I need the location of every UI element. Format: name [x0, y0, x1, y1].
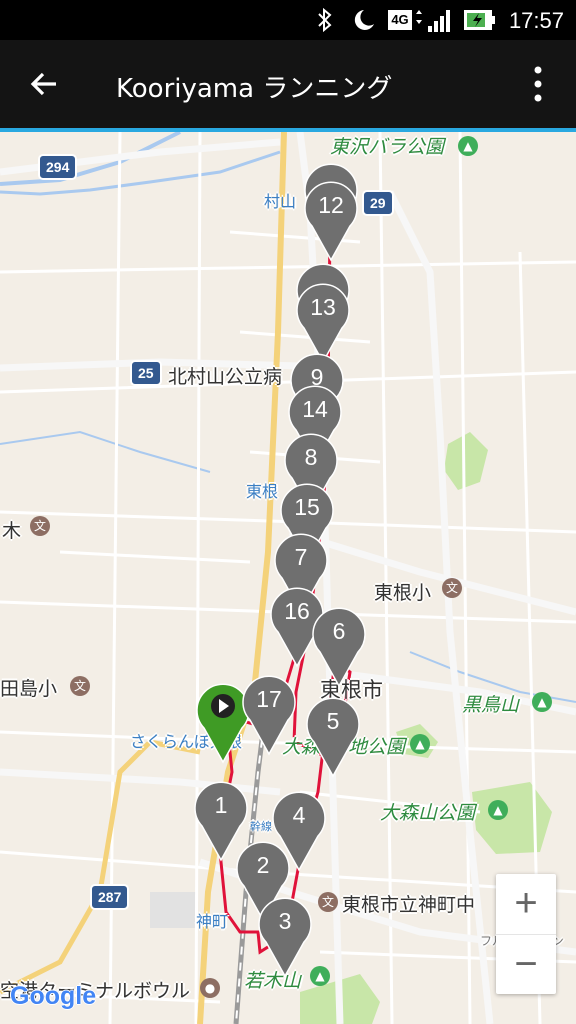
- school-icon: 文: [30, 516, 50, 536]
- marker-label: 14: [302, 396, 328, 422]
- network-4g-icon: 4G: [388, 10, 412, 30]
- route-marker-6[interactable]: 6: [312, 604, 366, 688]
- map-label: 黒鳥山: [462, 694, 520, 716]
- park-icon: ▲: [532, 692, 552, 712]
- do-not-disturb-moon-icon: [354, 10, 374, 30]
- map-label: 木: [2, 520, 22, 542]
- park-area: [444, 432, 488, 490]
- road-shield-294: 294: [38, 154, 78, 180]
- map-pin-icon: [304, 181, 358, 262]
- zoom-in-button[interactable]: +: [496, 874, 556, 934]
- marker-label: 12: [318, 192, 344, 218]
- zoom-out-button[interactable]: −: [496, 934, 556, 995]
- battery-charging-icon: [464, 10, 495, 30]
- overflow-menu-button[interactable]: [528, 64, 548, 104]
- marker-label: 6: [332, 618, 346, 644]
- park-area: [150, 892, 198, 928]
- route-marker-5[interactable]: 5: [306, 694, 360, 778]
- park-icon: ▲: [410, 734, 430, 754]
- map-label: 神町: [196, 912, 229, 931]
- map-label: 東根小: [374, 582, 432, 604]
- park-icon: ▲: [488, 800, 508, 820]
- route-marker-17[interactable]: 17: [242, 672, 296, 756]
- marker-label: 17: [256, 686, 282, 712]
- map-label: 村山: [264, 192, 297, 211]
- park-area: [472, 782, 552, 854]
- map-label: 東根市立神町中: [342, 894, 476, 916]
- marker-label: 13: [310, 294, 336, 320]
- road-shield-25: 25: [130, 360, 162, 386]
- route-marker-12[interactable]: 12: [304, 178, 358, 262]
- map-label: 東沢バラ公園: [330, 136, 445, 158]
- school-icon: 文: [70, 676, 90, 696]
- map-label: 東根: [246, 482, 279, 501]
- marker-label: 7: [294, 544, 308, 570]
- bluetooth-icon: [318, 8, 332, 32]
- map-label: 北村山公立病: [168, 366, 283, 388]
- back-button[interactable]: [22, 62, 66, 106]
- more-vert-icon: [534, 66, 542, 102]
- school-icon: 文: [442, 578, 462, 598]
- marker-label: 4: [292, 802, 306, 828]
- marker-label: 2: [256, 852, 270, 878]
- marker-label: 1: [214, 792, 228, 818]
- school-icon: 文: [318, 892, 338, 912]
- status-bar: 4G 17:57: [0, 0, 576, 40]
- park-icon: ▲: [310, 966, 330, 986]
- map-pin-icon: [312, 607, 366, 688]
- map-pin-icon: [242, 675, 296, 756]
- zoom-controls: + −: [496, 874, 556, 994]
- river: [0, 430, 211, 473]
- map-label: 幹線: [250, 820, 272, 833]
- marker-label: 15: [294, 494, 320, 520]
- road-shield-29: 29: [362, 190, 394, 216]
- page-title: Kooriyama ランニング: [116, 74, 393, 104]
- status-time: 17:57: [508, 8, 564, 33]
- arrow-left-icon: [30, 72, 56, 96]
- google-logo[interactable]: Google: [10, 982, 96, 1011]
- map-label: 田島小: [0, 678, 58, 700]
- park-icon: ▲: [458, 136, 478, 156]
- map-pin-icon: [306, 697, 360, 778]
- marker-label: 8: [304, 444, 318, 470]
- app-bar: Kooriyama ランニング: [0, 40, 576, 128]
- map-pin-icon: [258, 897, 312, 978]
- map-label: 大森山公園: [380, 802, 476, 824]
- marker-label: 3: [278, 908, 292, 934]
- route-marker-3[interactable]: 3: [258, 894, 312, 978]
- bowling-icon: ●: [200, 978, 220, 998]
- road-shield-287: 287: [90, 884, 130, 910]
- marker-label: 5: [326, 708, 340, 734]
- map-view[interactable]: 294 29 25 287 東沢バラ公園 ▲ 村山 北村山公立病 東根 木 文 …: [0, 132, 576, 1024]
- signal-icon: [416, 10, 450, 32]
- google-logo-text: Google: [10, 982, 97, 1010]
